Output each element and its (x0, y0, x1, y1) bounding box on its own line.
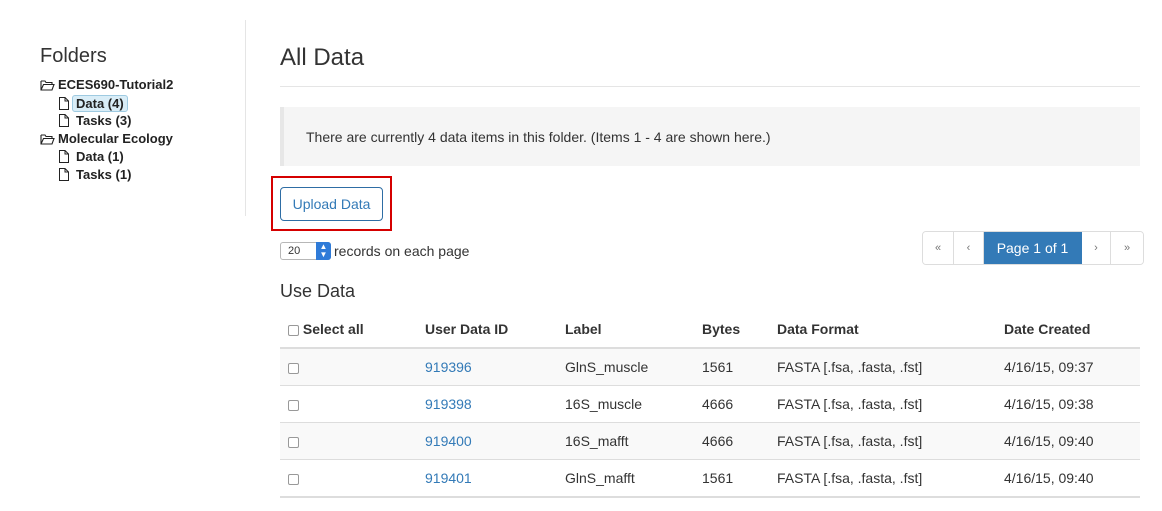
pager-first-button[interactable]: « (923, 232, 954, 264)
row-date: 4/16/15, 09:40 (1004, 422, 1140, 460)
user-data-id-link[interactable]: 919401 (425, 470, 472, 486)
pager-prev-button[interactable]: ‹ (954, 232, 984, 264)
sidebar-divider (245, 20, 246, 216)
file-icon (58, 150, 76, 163)
row-checkbox[interactable] (288, 436, 299, 448)
row-date: 4/16/15, 09:40 (1004, 459, 1140, 498)
col-header-date-created: Date Created (1004, 311, 1140, 349)
row-label: 16S_mafft (565, 422, 702, 460)
info-well: There are currently 4 data items in this… (280, 107, 1140, 166)
upload-data-button[interactable]: Upload Data (280, 187, 383, 221)
row-checkbox[interactable] (288, 473, 299, 485)
folder-item-label[interactable]: Data (1) (76, 149, 124, 164)
col-header-data-format: Data Format (777, 311, 1004, 349)
row-label: GlnS_mafft (565, 459, 702, 498)
folders-title: Folders (40, 45, 107, 67)
select-all-label: Select all (302, 321, 364, 337)
records-label: records on each page (334, 243, 470, 259)
table-row: 919401 GlnS_mafft 1561 FASTA [.fsa, .fas… (280, 459, 1140, 498)
title-divider (280, 86, 1140, 87)
pager-next-button[interactable]: › (1082, 232, 1111, 264)
data-table: Select all User Data ID Label Bytes Data… (280, 311, 1140, 498)
user-data-id-link[interactable]: 919400 (425, 433, 472, 449)
folders-sidebar: Folders ECES690-Tutorial2 Data (4) Tasks… (0, 0, 246, 216)
folder-label: Molecular Ecology (58, 131, 173, 146)
col-header-user-data-id: User Data ID (425, 311, 565, 349)
section-title: Use Data (280, 281, 356, 301)
table-row: 919400 16S_mafft 4666 FASTA [.fsa, .fast… (280, 422, 1140, 460)
row-bytes: 4666 (702, 422, 777, 460)
row-bytes: 1561 (702, 348, 777, 386)
file-icon (58, 114, 76, 127)
select-all-header[interactable]: Select all (280, 311, 425, 349)
row-bytes: 1561 (702, 459, 777, 498)
select-arrows-icon: ▲ ▼ (316, 242, 331, 260)
row-format: FASTA [.fsa, .fasta, .fst] (777, 348, 1004, 386)
row-checkbox[interactable] (288, 362, 299, 374)
select-all-checkbox[interactable] (288, 324, 299, 336)
table-row: 919398 16S_muscle 4666 FASTA [.fsa, .fas… (280, 385, 1140, 423)
row-format: FASTA [.fsa, .fasta, .fst] (777, 422, 1004, 460)
row-date: 4/16/15, 09:37 (1004, 348, 1140, 386)
user-data-id-link[interactable]: 919398 (425, 396, 472, 412)
folder-open-icon (40, 79, 58, 91)
page-title: All Data (280, 44, 365, 71)
user-data-id-link[interactable]: 919396 (425, 359, 472, 375)
pager-last-button[interactable]: » (1111, 232, 1143, 264)
row-label: GlnS_muscle (565, 348, 702, 386)
folder-item-tasks-3[interactable]: Tasks (3) (58, 113, 131, 128)
table-header-row: Select all User Data ID Label Bytes Data… (280, 311, 1140, 349)
records-per-page: 20 ▲ ▼ records on each page (280, 242, 469, 260)
folder-item-data-1[interactable]: Data (1) (58, 149, 124, 164)
row-format: FASTA [.fsa, .fasta, .fst] (777, 385, 1004, 423)
folder-item-tasks-1[interactable]: Tasks (1) (58, 167, 131, 182)
records-select[interactable]: 20 ▲ ▼ (280, 242, 331, 260)
folder-item-label[interactable]: Tasks (3) (76, 113, 131, 128)
folder-item-data-4[interactable]: Data (4) (58, 95, 128, 112)
table-row: 919396 GlnS_muscle 1561 FASTA [.fsa, .fa… (280, 348, 1140, 386)
folder-item-label[interactable]: Tasks (1) (76, 167, 131, 182)
file-icon (58, 168, 76, 181)
row-bytes: 4666 (702, 385, 777, 423)
folder-molecular-ecology[interactable]: Molecular Ecology (40, 131, 173, 146)
folder-eces690-tutorial2[interactable]: ECES690-Tutorial2 (40, 77, 173, 92)
pagination: « ‹ Page 1 of 1 › » (922, 231, 1144, 265)
folder-item-label[interactable]: Data (4) (72, 95, 128, 112)
pager-current-page[interactable]: Page 1 of 1 (984, 232, 1082, 264)
info-text: There are currently 4 data items in this… (306, 129, 771, 145)
row-format: FASTA [.fsa, .fasta, .fst] (777, 459, 1004, 498)
row-date: 4/16/15, 09:38 (1004, 385, 1140, 423)
records-select-value: 20 (288, 245, 301, 257)
col-header-label: Label (565, 311, 702, 349)
row-label: 16S_muscle (565, 385, 702, 423)
row-checkbox[interactable] (288, 399, 299, 411)
folder-label: ECES690-Tutorial2 (58, 77, 174, 92)
col-header-bytes: Bytes (702, 311, 777, 349)
folder-open-icon (40, 133, 58, 145)
